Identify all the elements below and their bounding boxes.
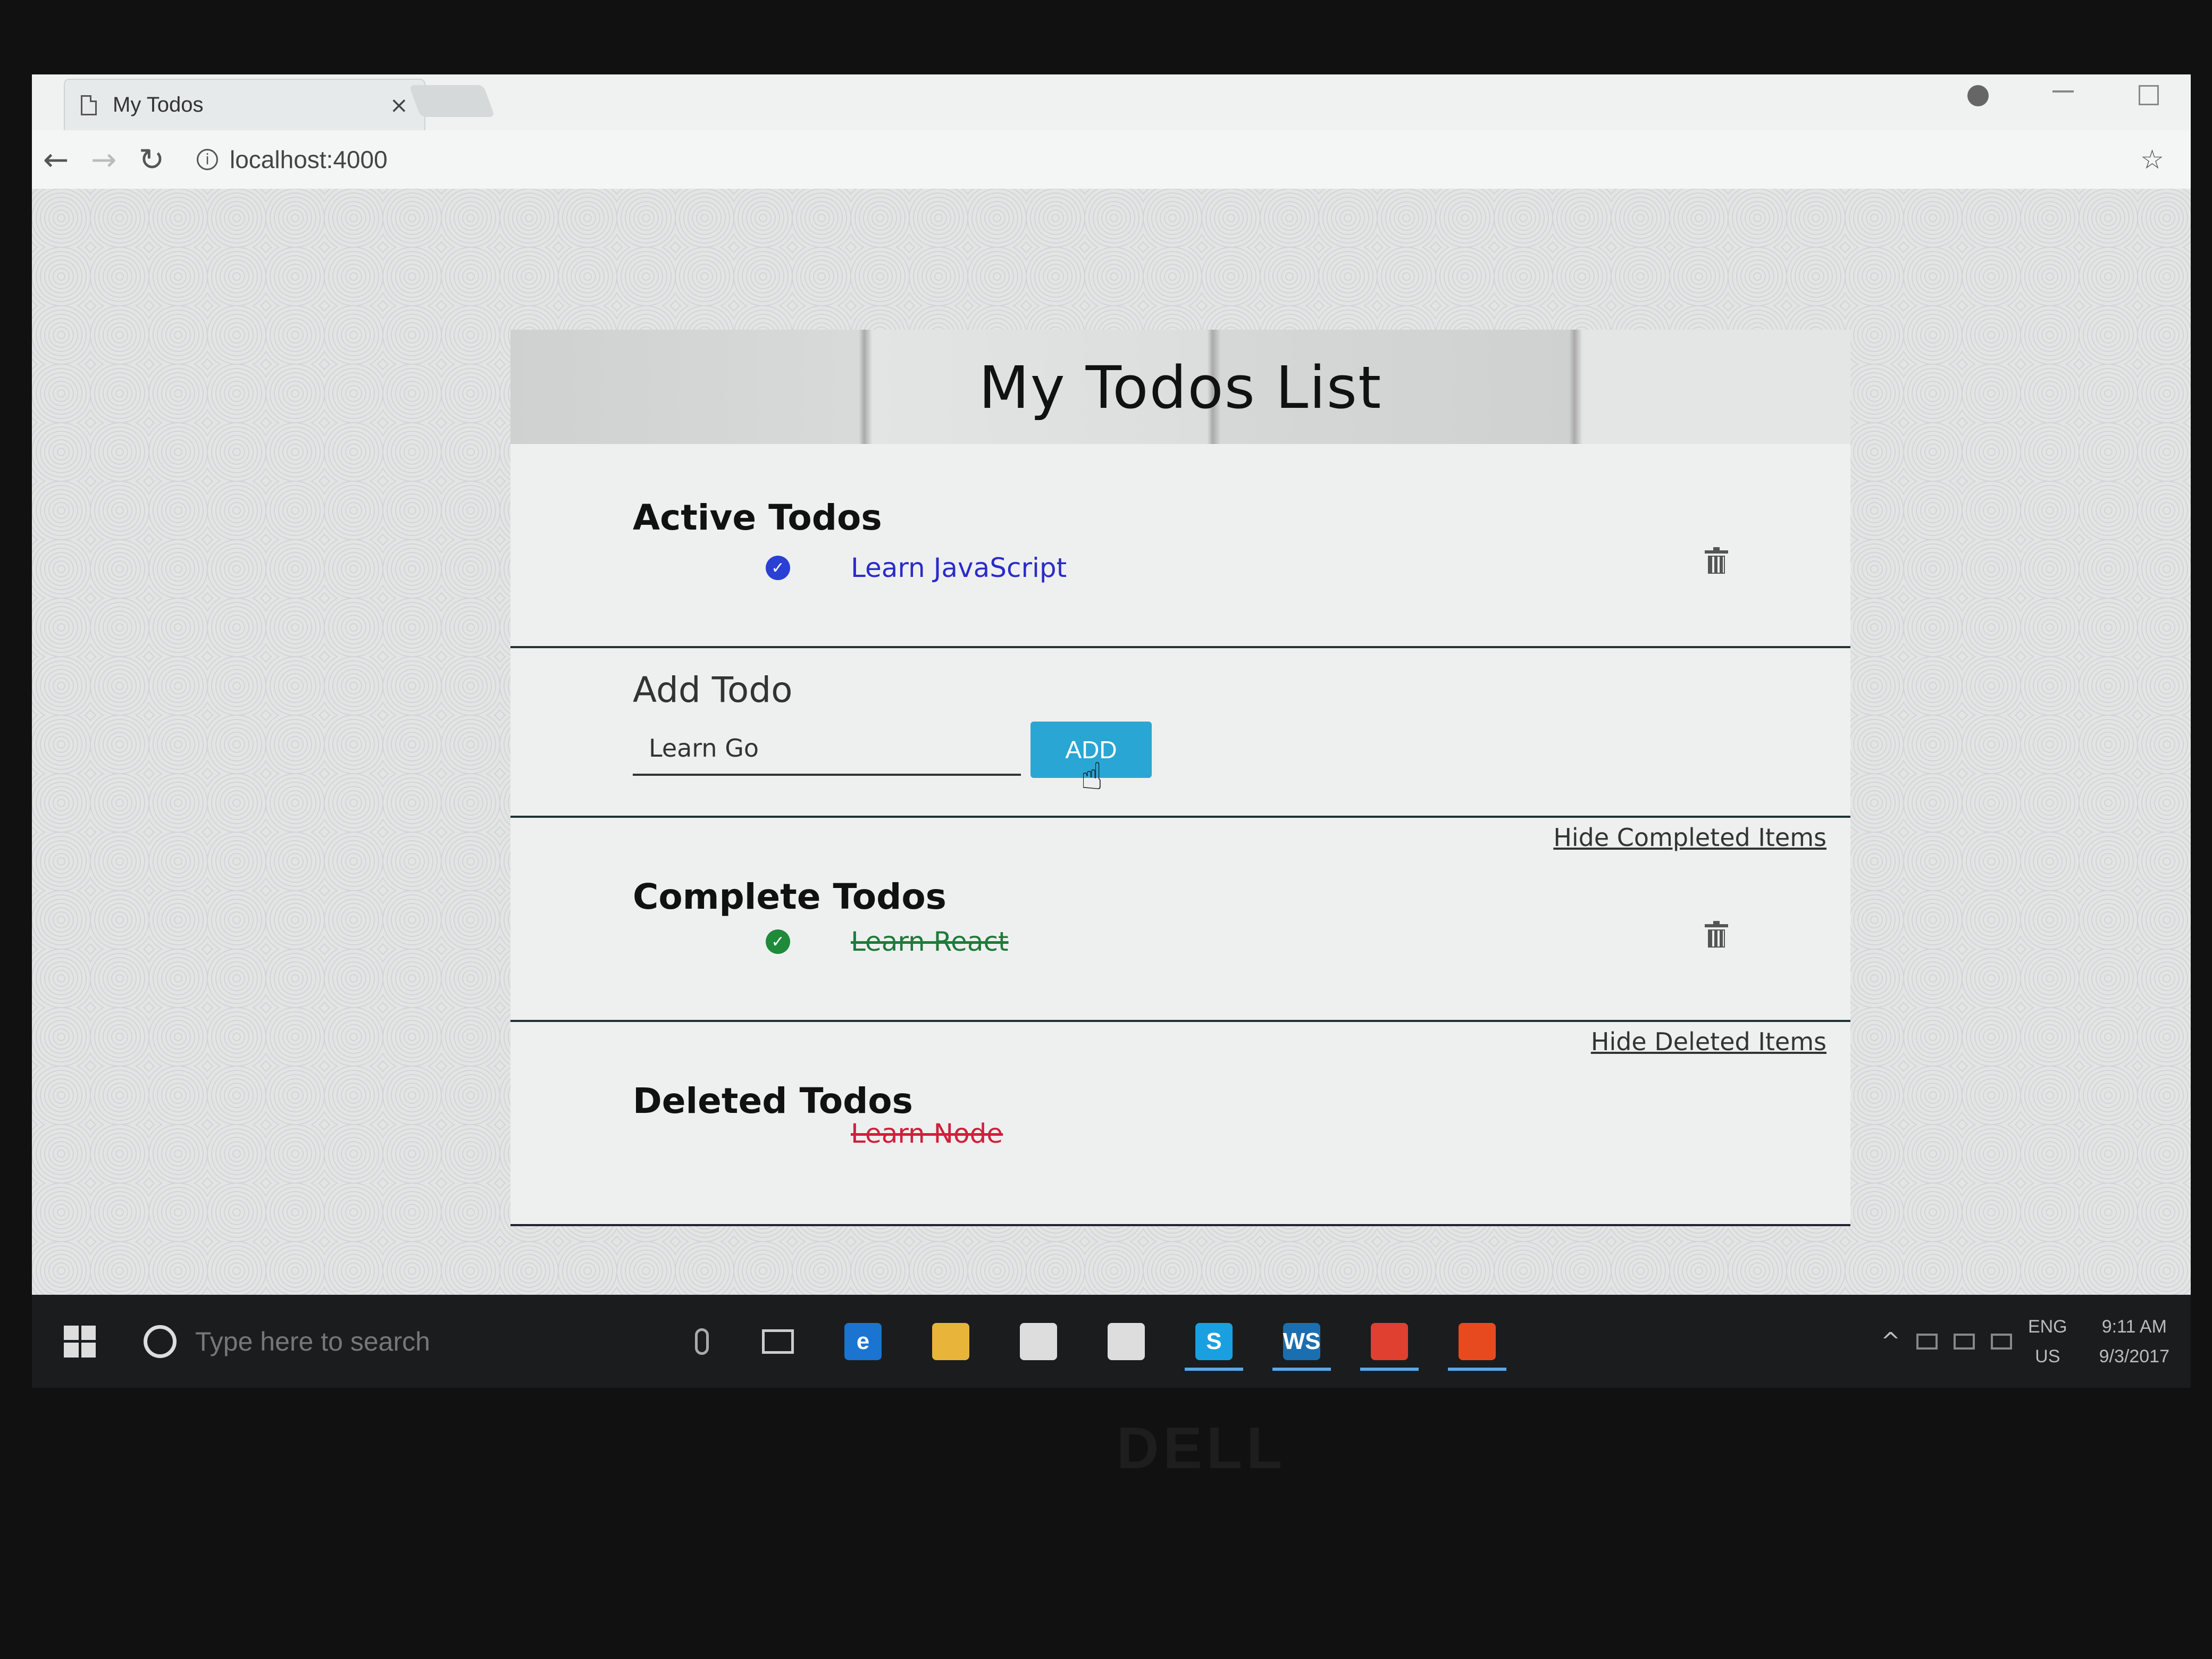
bookmark-star-icon[interactable]: ☆ xyxy=(2140,144,2164,175)
new-tab-button[interactable] xyxy=(409,85,495,117)
reload-icon[interactable]: ↻ xyxy=(128,141,175,178)
skype-icon[interactable]: S xyxy=(1185,1322,1243,1371)
check-circle-icon[interactable]: ✓ xyxy=(766,556,790,580)
page-title: My Todos List xyxy=(978,354,1382,422)
active-todos-heading: Active Todos xyxy=(633,497,882,538)
cortana-icon[interactable] xyxy=(144,1325,177,1358)
webstorm-icon[interactable]: WS xyxy=(1272,1322,1331,1371)
tab-title: My Todos xyxy=(113,93,204,116)
windows-start-icon[interactable] xyxy=(64,1325,96,1358)
clock[interactable]: 9:11 AM 9/3/2017 xyxy=(2099,1312,2169,1371)
profile-icon[interactable] xyxy=(1967,85,1989,106)
store-icon[interactable] xyxy=(1020,1322,1057,1360)
pinned-apps: e S WS xyxy=(794,1322,1506,1371)
todo-text[interactable]: Learn React xyxy=(851,926,1009,957)
hide-deleted-link[interactable]: Hide Deleted Items xyxy=(1591,1027,1826,1056)
browser-tab[interactable]: My Todos × xyxy=(64,79,425,130)
forward-icon[interactable]: → xyxy=(80,141,128,178)
complete-todos-section: Hide Completed Items Complete Todos ✓ Le… xyxy=(510,818,1850,1022)
deleted-todos-heading: Deleted Todos xyxy=(633,1080,913,1121)
network-icon[interactable] xyxy=(1916,1333,1938,1350)
document-icon xyxy=(81,95,97,115)
trash-icon[interactable] xyxy=(1705,547,1728,574)
add-todo-section: Add Todo ADD ☝ xyxy=(510,648,1850,818)
list-item: ✓ Learn JavaScript xyxy=(766,552,1067,583)
address-bar: ← → ↻ i localhost:4000 ☆ xyxy=(32,130,2191,190)
hand-cursor-icon: ☝ xyxy=(1080,755,1103,798)
battery-icon[interactable] xyxy=(1953,1333,1975,1350)
taskbar-search-input[interactable]: Type here to search xyxy=(195,1326,674,1357)
chrome-icon[interactable] xyxy=(1360,1322,1419,1371)
brand-logo: DELL xyxy=(1117,1415,1287,1481)
edge-icon[interactable]: e xyxy=(844,1322,882,1360)
active-todos-section: Active Todos ✓ Learn JavaScript xyxy=(510,444,1850,648)
language-indicator[interactable]: ENG US xyxy=(2028,1312,2067,1371)
check-circle-icon[interactable]: ✓ xyxy=(766,929,790,954)
system-tray: ^ ENG US 9:11 AM 9/3/2017 xyxy=(1881,1295,2169,1388)
task-view-icon[interactable] xyxy=(762,1329,794,1354)
todo-text: Learn Node xyxy=(851,1118,1003,1149)
browser-tabstrip: My Todos × xyxy=(32,74,2191,130)
region-code: US xyxy=(2035,1346,2060,1367)
back-icon[interactable]: ← xyxy=(32,141,80,178)
add-todo-heading: Add Todo xyxy=(633,669,793,710)
todo-app: My Todos List Active Todos ✓ Learn JavaS… xyxy=(510,330,1850,1226)
url-text[interactable]: localhost:4000 xyxy=(230,145,2140,174)
todo-text[interactable]: Learn JavaScript xyxy=(851,552,1067,583)
todo-input[interactable] xyxy=(633,723,1021,776)
header-banner: My Todos List xyxy=(510,330,1850,444)
minimize-icon[interactable] xyxy=(2052,90,2074,93)
close-icon[interactable]: × xyxy=(390,92,408,118)
clock-date: 9/3/2017 xyxy=(2099,1346,2169,1367)
url-field[interactable]: i localhost:4000 ☆ xyxy=(197,138,2175,181)
deleted-todos-section: Hide Deleted Items Deleted Todos Learn N… xyxy=(510,1022,1850,1226)
microphone-icon[interactable] xyxy=(695,1328,709,1355)
trash-icon[interactable] xyxy=(1705,921,1728,948)
windows-taskbar: Type here to search e S WS ^ ENG US 9:11 A… xyxy=(32,1295,2191,1388)
volume-icon[interactable] xyxy=(1990,1333,2012,1350)
mail-icon[interactable] xyxy=(1108,1322,1145,1360)
maximize-icon[interactable] xyxy=(2139,85,2159,105)
paint-icon[interactable] xyxy=(1448,1322,1506,1371)
file-explorer-icon[interactable] xyxy=(932,1322,969,1360)
list-item: ✓ Learn React xyxy=(766,926,1009,957)
clock-time: 9:11 AM xyxy=(2101,1316,2167,1337)
laptop-screen: My Todos × ← → ↻ i localhost:4000 ☆ My T… xyxy=(32,74,2191,1388)
lang-code: ENG xyxy=(2027,1316,2067,1337)
info-icon[interactable]: i xyxy=(197,149,218,170)
chevron-up-icon[interactable]: ^ xyxy=(1881,1328,1900,1355)
hide-completed-link[interactable]: Hide Completed Items xyxy=(1553,823,1826,852)
page-viewport: My Todos List Active Todos ✓ Learn JavaS… xyxy=(32,189,2191,1295)
complete-todos-heading: Complete Todos xyxy=(633,876,946,917)
